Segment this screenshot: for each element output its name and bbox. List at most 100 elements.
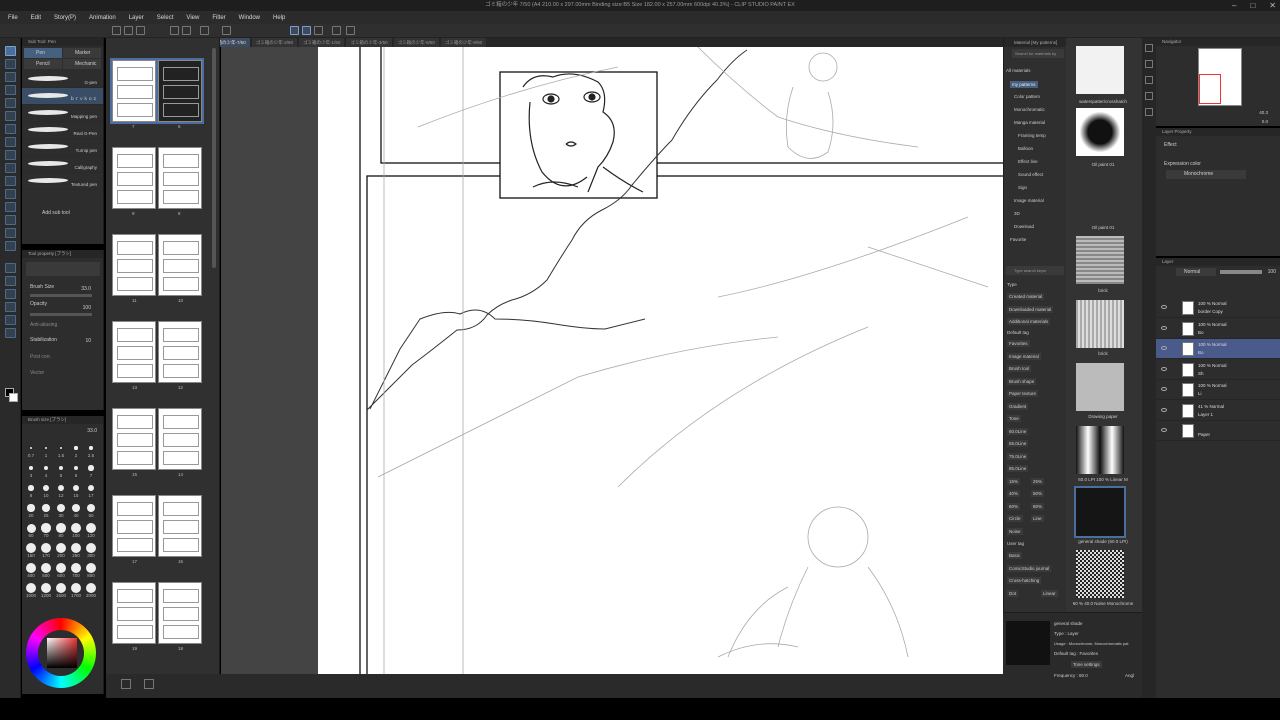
brush-item[interactable]: Real G-Pen	[22, 122, 103, 139]
material-tree-item[interactable]: Sound effect	[1018, 172, 1043, 177]
layer-visibility-eye-icon[interactable]	[1161, 407, 1167, 412]
move-layer-tool-icon[interactable]	[5, 276, 16, 286]
brush-size-dot[interactable]	[89, 446, 93, 450]
page-thumbnail[interactable]	[112, 582, 156, 644]
save-icon[interactable]	[136, 26, 145, 35]
material-thumb-oil-paint[interactable]	[1076, 108, 1124, 156]
brush-size-dot[interactable]	[56, 583, 66, 593]
material-tree-item[interactable]: Sign	[1018, 185, 1027, 190]
eraser-tool-icon[interactable]	[5, 59, 16, 69]
brush-item[interactable]: Calligraphy	[22, 156, 103, 173]
material-tree-item[interactable]: Download	[1014, 224, 1034, 229]
subtool-tab-pencil[interactable]: Pencil	[24, 59, 62, 69]
opacity-slider[interactable]	[30, 313, 92, 316]
brush-size-dot[interactable]	[41, 523, 51, 533]
menu-edit[interactable]: Edit	[31, 15, 41, 21]
pencil-tool-icon[interactable]	[5, 72, 16, 82]
brush-size-dot[interactable]	[56, 563, 66, 573]
brush-size-dot[interactable]	[74, 446, 78, 450]
brush-size-dot[interactable]	[71, 523, 81, 533]
brush-size-dot[interactable]	[26, 523, 36, 533]
brush-size-dot[interactable]	[72, 484, 80, 492]
text-tool-icon[interactable]	[5, 202, 16, 212]
brush-size-dot[interactable]	[41, 563, 51, 573]
material-search-input[interactable]: Search for materials by	[1012, 49, 1064, 58]
menu-animation[interactable]: Animation	[89, 15, 116, 21]
brush-size-dot[interactable]	[86, 563, 96, 573]
subtool-tab-pen[interactable]: Pen	[24, 48, 62, 58]
brush-size-dot[interactable]	[58, 465, 64, 471]
default-tag[interactable]: Favorites	[1007, 340, 1030, 347]
page-thumbnail[interactable]	[158, 408, 202, 470]
layer-opacity-value[interactable]: 100	[1268, 269, 1276, 275]
menu-window[interactable]: Window	[239, 15, 260, 21]
navigator-dock-icon[interactable]	[1145, 44, 1153, 52]
brush-size-dot[interactable]	[71, 583, 81, 593]
material-thumb-waterspatter[interactable]	[1076, 46, 1124, 94]
sub-view-dock-icon[interactable]	[1145, 60, 1153, 68]
brush-size-dot[interactable]	[41, 583, 51, 593]
default-tag[interactable]: 50%	[1031, 490, 1045, 497]
layer-row[interactable]: 41 % Normal Layer 1	[1156, 401, 1280, 421]
layer-row[interactable]: 100 % Normal Li	[1156, 380, 1280, 400]
transform-icon[interactable]	[346, 26, 355, 35]
redo-icon[interactable]	[182, 26, 191, 35]
material-tree-item[interactable]: Balloon	[1018, 146, 1033, 151]
manga-page-canvas[interactable]	[318, 47, 1003, 674]
snap-special-ruler-icon[interactable]	[302, 26, 311, 35]
material-thumb-general-shade[interactable]	[1074, 486, 1126, 538]
doc-tab[interactable]: ゴミ箱の少年-1/50	[299, 38, 345, 47]
brush-size-dot[interactable]	[27, 504, 35, 512]
material-thumb-drawing-paper[interactable]	[1076, 363, 1124, 411]
material-thumb-linear[interactable]	[1076, 426, 1124, 474]
brush-size-dot[interactable]	[71, 543, 81, 553]
page-thumbnail[interactable]	[112, 408, 156, 470]
snap-ruler-icon[interactable]	[290, 26, 299, 35]
maximize-icon[interactable]: □	[1250, 0, 1255, 11]
material-tree-item[interactable]: my patterns	[1010, 81, 1038, 88]
brush-size-dot[interactable]	[86, 543, 96, 553]
default-tag[interactable]: Noise	[1007, 527, 1023, 535]
open-file-icon[interactable]	[124, 26, 133, 35]
balloon-tool-icon[interactable]	[5, 215, 16, 225]
material-tree-item[interactable]: Color pattern	[1014, 94, 1040, 99]
default-tag[interactable]: 75.0Line	[1007, 452, 1029, 460]
material-tree-item[interactable]: 3D	[1014, 211, 1020, 216]
layer-row[interactable]: 100 % Normal Sh	[1156, 360, 1280, 380]
fill-tool-icon[interactable]	[5, 137, 16, 147]
menu-file[interactable]: File	[8, 15, 18, 21]
navigator-angle[interactable]: 0.0	[1262, 119, 1268, 124]
page-thumbnail[interactable]	[112, 147, 156, 209]
page-thumbnail[interactable]	[112, 234, 156, 296]
default-tag[interactable]: Gradient	[1007, 402, 1029, 410]
doc-tab[interactable]: ゴミ箱の少年-2/50	[251, 38, 298, 47]
material-thumb-brick[interactable]	[1076, 236, 1124, 284]
brush-size-value[interactable]: 33.0	[81, 286, 91, 292]
layer-visibility-eye-icon[interactable]	[1161, 325, 1167, 330]
default-tag[interactable]: Image material	[1007, 352, 1041, 360]
layer-visibility-eye-icon[interactable]	[1161, 387, 1167, 391]
gradient-tool-icon[interactable]	[5, 150, 16, 160]
brush-size-dot[interactable]	[57, 484, 65, 492]
type-tag[interactable]: Additional materials	[1007, 318, 1051, 325]
layer-opacity-slider[interactable]	[1220, 270, 1262, 274]
brush-size-dot[interactable]	[88, 465, 94, 471]
brush-size-dot[interactable]	[26, 563, 36, 573]
snap-grid-icon[interactable]	[314, 26, 323, 35]
expression-color-select[interactable]: Monochrome	[1166, 170, 1246, 179]
stabilization-value[interactable]: 10	[85, 338, 91, 344]
info-dock-icon[interactable]	[1145, 76, 1153, 84]
eyedropper-tool-icon[interactable]	[5, 241, 16, 251]
layer-row[interactable]: 100 % Normal Bo	[1156, 339, 1280, 359]
material-tree-item[interactable]: Manga material	[1014, 120, 1045, 125]
material-tree-item[interactable]: Monochromatic	[1014, 107, 1045, 112]
user-tag[interactable]: Dot	[1007, 589, 1019, 597]
brush-size-dot[interactable]	[71, 503, 81, 513]
brush-size-dot[interactable]	[57, 504, 65, 512]
page-thumbnail[interactable]	[112, 495, 156, 557]
brush-size-dot[interactable]	[56, 523, 66, 533]
material-thumb-brick-2[interactable]	[1076, 300, 1124, 348]
brush-size-dot[interactable]	[86, 583, 96, 593]
default-tag[interactable]: 15%	[1007, 477, 1021, 485]
ruler-icon[interactable]	[332, 26, 341, 35]
